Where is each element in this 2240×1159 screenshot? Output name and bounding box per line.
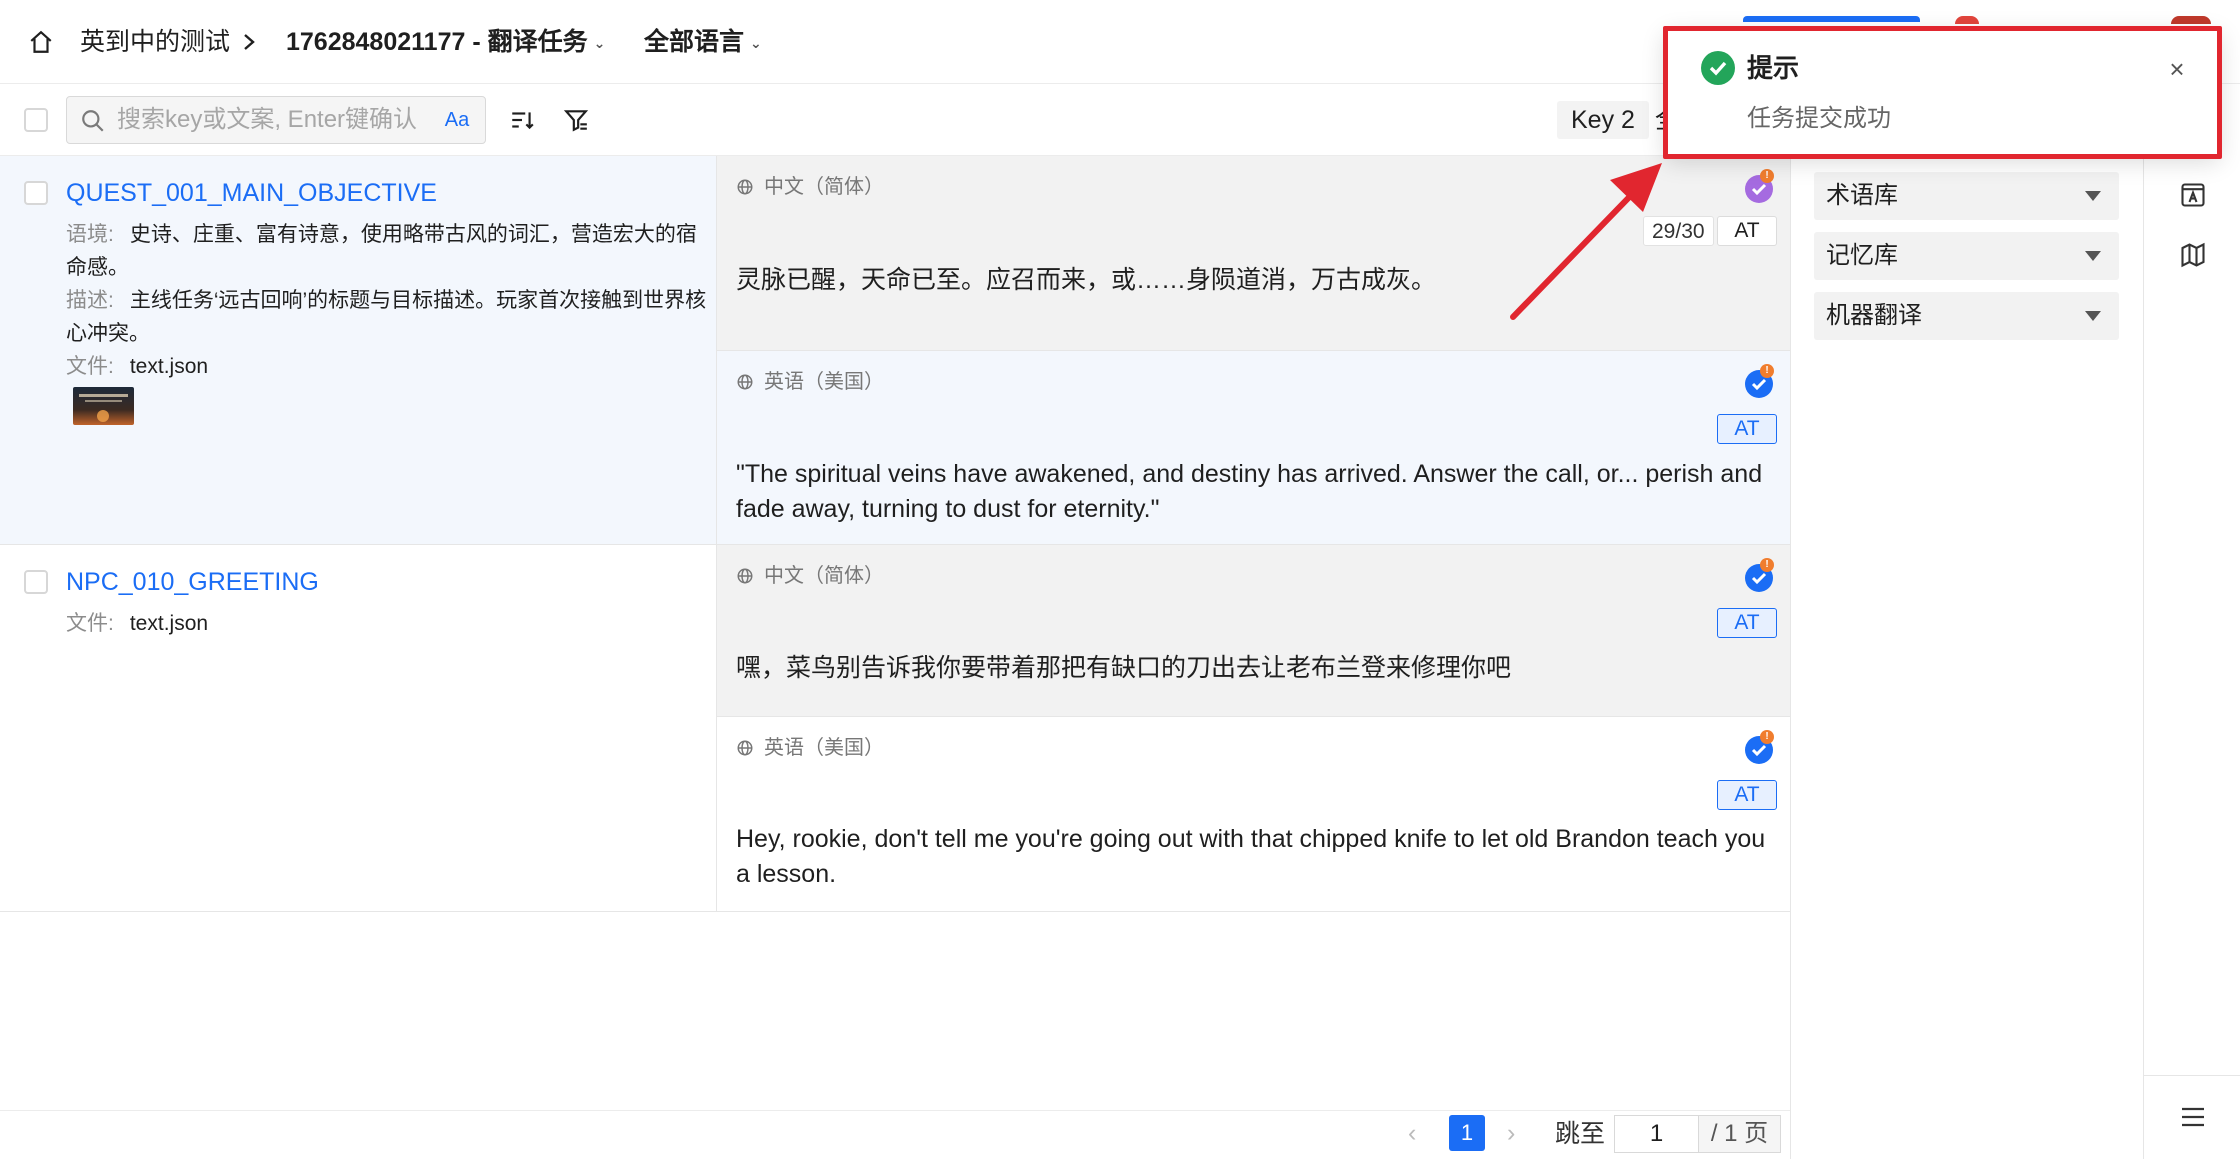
success-check-icon	[1701, 51, 1735, 85]
at-chip[interactable]: AT	[1717, 608, 1777, 638]
char-count-chip: 29/30	[1643, 216, 1714, 246]
machine-translation-label: 机器翻译	[1826, 302, 1922, 329]
chevron-down-icon: ⌄	[750, 35, 762, 52]
toast-message: 任务提交成功	[1747, 105, 1891, 132]
task-title: 1762848021177 - 翻译任务	[286, 28, 588, 56]
caret-down-icon	[2085, 311, 2101, 321]
warning-dot-icon: !	[1760, 730, 1774, 744]
target-segment[interactable]: 英语（美国） ! AT Hey, rookie, don't tell me y…	[717, 717, 1790, 912]
source-text: 嘿，菜鸟别告诉我你要带着那把有缺口的刀出去让老布兰登来修理你吧	[736, 654, 1512, 682]
entry-checkbox[interactable]	[24, 181, 48, 205]
machine-translation-dropdown[interactable]: 机器翻译	[1814, 292, 2119, 340]
memory-label: 记忆库	[1826, 242, 1898, 269]
at-chip[interactable]: AT	[1717, 414, 1777, 444]
target-segment[interactable]: 英语（美国） ! AT "The spiritual veins have aw…	[717, 351, 1790, 545]
menu-icon[interactable]	[2178, 1102, 2208, 1132]
entry-context: 语境: 史诗、庄重、富有诗意，使用略带古风的词汇，营造宏大的宿命感。	[66, 218, 711, 284]
description-label: 描述:	[66, 289, 114, 312]
entry-key-link[interactable]: NPC_010_GREETING	[66, 564, 319, 600]
next-page-icon[interactable]: ›	[1507, 1115, 1515, 1151]
source-text: 灵脉已醒，天命已至。应召而来，或……身陨道消，万古成灰。	[736, 266, 1437, 294]
map-icon[interactable]	[2178, 240, 2208, 270]
target-text[interactable]: Hey, rookie, don't tell me you're going …	[736, 822, 1776, 892]
pagination-bar	[0, 1110, 1790, 1159]
target-language: 英语（美国）	[736, 367, 884, 400]
context-text: 史诗、庄重、富有诗意，使用略带古风的词汇，营造宏大的宿命感。	[66, 223, 697, 279]
caret-down-icon	[2085, 251, 2101, 261]
file-name: text.json	[129, 612, 209, 635]
source-language-label: 中文（简体）	[764, 176, 884, 198]
close-icon[interactable]: ×	[2163, 55, 2191, 83]
total-pages: / 1 页	[1698, 1115, 1781, 1153]
task-title-dropdown[interactable]: 1762848021177 - 翻译任务 ⌄	[286, 24, 605, 61]
rail-divider	[2143, 1075, 2240, 1076]
entry-checkbox[interactable]	[24, 570, 48, 594]
chevron-down-icon: ⌄	[593, 35, 606, 52]
target-language-label: 英语（美国）	[764, 737, 884, 759]
toast-title: 提示	[1747, 53, 1800, 83]
prev-page-icon[interactable]: ‹	[1408, 1115, 1416, 1151]
file-name: text.json	[129, 355, 209, 378]
context-label: 语境:	[66, 223, 114, 246]
language-filter-dropdown[interactable]: 全部语言 ⌄	[644, 24, 762, 61]
memory-dropdown[interactable]: 记忆库	[1814, 232, 2119, 280]
success-toast	[1665, 28, 2220, 156]
warning-dot-icon: !	[1760, 169, 1774, 183]
search-input[interactable]	[117, 97, 427, 143]
termbase-label: 术语库	[1826, 182, 1898, 209]
page-1-button[interactable]: 1	[1449, 1115, 1485, 1151]
avatar[interactable]	[2171, 16, 2211, 24]
target-language: 英语（美国）	[736, 733, 884, 766]
entry-file: 文件: text.json	[66, 350, 711, 383]
language-filter-label: 全部语言	[644, 28, 745, 56]
file-label: 文件:	[66, 355, 114, 378]
entry-row[interactable]	[0, 545, 716, 912]
notification-badge[interactable]	[1955, 16, 1979, 24]
source-language-label: 中文（简体）	[764, 565, 884, 587]
entry-description: 描述: 主线任务‘远古回响’的标题与目标描述。玩家首次接触到世界核心冲突。	[66, 284, 711, 350]
termbase-dropdown[interactable]: 术语库	[1814, 172, 2119, 220]
at-chip[interactable]: AT	[1717, 216, 1777, 246]
source-segment[interactable]: 中文（简体） ! 29/30 AT 灵脉已醒，天命已至。应召而来，或……身陨道消…	[717, 156, 1790, 351]
breadcrumb-project[interactable]: 英到中的测试	[80, 24, 230, 60]
globe-icon	[736, 568, 754, 590]
filter-icon[interactable]	[562, 106, 590, 134]
file-label: 文件:	[66, 612, 114, 635]
jump-label: 跳至	[1555, 1120, 1606, 1148]
warning-dot-icon: !	[1760, 364, 1774, 378]
source-language: 中文（简体）	[736, 561, 884, 594]
search-icon	[80, 108, 106, 134]
at-chip[interactable]: AT	[1717, 780, 1777, 810]
key-count-chip: Key 2	[1557, 101, 1649, 139]
globe-icon	[736, 740, 754, 762]
caret-down-icon	[2085, 191, 2101, 201]
case-sensitive-toggle[interactable]: Aa	[437, 106, 477, 134]
warning-dot-icon: !	[1760, 558, 1774, 572]
sort-icon[interactable]	[508, 106, 536, 134]
submit-button[interactable]	[1743, 16, 1920, 22]
screenshot-thumbnail[interactable]	[73, 387, 134, 425]
source-language: 中文（简体）	[736, 172, 884, 205]
text-edit-icon[interactable]	[2178, 180, 2208, 210]
chevron-right-icon	[240, 31, 258, 53]
search-box: Aa	[66, 96, 486, 144]
entry-file: 文件: text.json	[66, 607, 711, 640]
select-all-checkbox[interactable]	[24, 108, 48, 132]
description-text: 主线任务‘远古回响’的标题与目标描述。玩家首次接触到世界核心冲突。	[66, 289, 707, 345]
globe-icon	[736, 374, 754, 396]
entry-key-link[interactable]: QUEST_001_MAIN_OBJECTIVE	[66, 175, 437, 211]
source-segment[interactable]: 中文（简体） ! AT 嘿，菜鸟别告诉我你要带着那把有缺口的刀出去让老布兰登来修…	[717, 545, 1790, 717]
globe-icon	[736, 179, 754, 201]
target-language-label: 英语（美国）	[764, 371, 884, 393]
target-text[interactable]: "The spiritual veins have awakened, and …	[736, 457, 1776, 527]
jump-page-input[interactable]	[1614, 1115, 1698, 1153]
home-icon[interactable]	[28, 29, 54, 55]
